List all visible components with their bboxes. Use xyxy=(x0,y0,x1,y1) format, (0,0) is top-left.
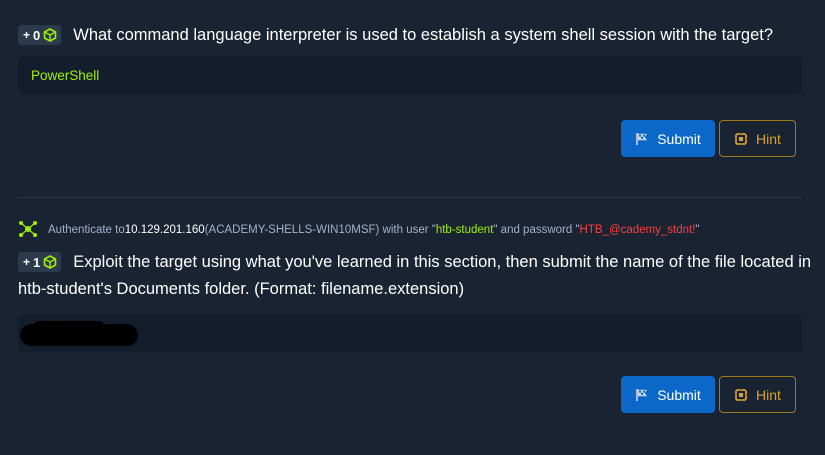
flag-icon xyxy=(635,388,649,402)
points-badge: +1 xyxy=(18,252,62,272)
auth-host: (ACADEMY-SHELLS-WIN10MSF) with user " xyxy=(204,224,436,236)
auth-prefix: Authenticate to xyxy=(48,224,125,236)
question-1-header: +0 What command language interpreter is … xyxy=(18,24,773,46)
points-value: 0 xyxy=(33,27,41,43)
question-2-text-line-2: htb-student's Documents folder. (Format:… xyxy=(18,280,465,298)
question-2-submit-button[interactable]: Submit xyxy=(621,376,715,413)
points-plus: + xyxy=(23,28,31,42)
submit-label: Submit xyxy=(657,130,701,147)
cube-icon xyxy=(43,28,57,42)
question-1-hint-button[interactable]: Hint xyxy=(719,120,796,157)
hint-icon xyxy=(734,388,748,402)
points-value: 1 xyxy=(33,254,41,270)
auth-suffix: " xyxy=(695,224,700,236)
points-badge: +0 xyxy=(18,25,62,45)
auth-mid: " and password " xyxy=(493,224,580,236)
hint-label: Hint xyxy=(756,130,781,147)
submit-label: Submit xyxy=(657,386,701,403)
network-icon xyxy=(18,220,38,241)
redaction-mark xyxy=(20,321,138,346)
section-divider xyxy=(18,197,802,198)
question-1-text: What command language interpreter is use… xyxy=(73,25,774,44)
points-plus: + xyxy=(23,255,31,269)
target-auth-info: Authenticate to 10.129.201.160 (ACADEMY-… xyxy=(18,220,700,240)
question-1-answer-field[interactable]: PowerShell xyxy=(18,57,802,94)
question-2-hint-button[interactable]: Hint xyxy=(719,376,796,413)
question-1-answer-value: PowerShell xyxy=(31,68,100,83)
hint-icon xyxy=(734,132,748,146)
question-2-text-line-1: Exploit the target using what you've lea… xyxy=(73,252,812,271)
question-1-submit-button[interactable]: Submit xyxy=(621,120,715,157)
auth-password: HTB_@cademy_stdnt! xyxy=(579,224,696,236)
auth-username: htb-student xyxy=(435,224,494,236)
target-ip: 10.129.201.160 xyxy=(124,224,205,236)
hint-label: Hint xyxy=(756,386,781,403)
question-2-header: +1 Exploit the target using what you've … xyxy=(18,250,812,299)
cube-icon xyxy=(43,255,57,269)
flag-icon xyxy=(635,132,649,146)
